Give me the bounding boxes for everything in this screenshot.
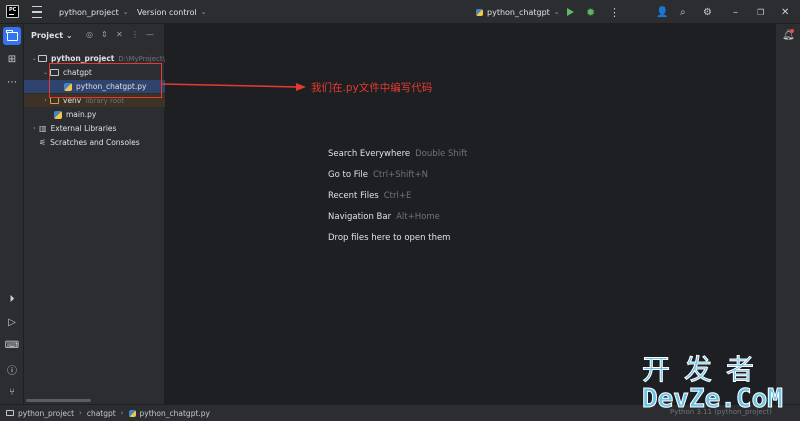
watermark-line2: DevZe.CoM <box>642 384 784 414</box>
watermark-line1: 开发者 <box>642 353 769 386</box>
watermark: 开发者 DevZe.CoM <box>642 353 797 414</box>
annotation-text: 我们在.py文件中编写代码 <box>311 82 433 94</box>
